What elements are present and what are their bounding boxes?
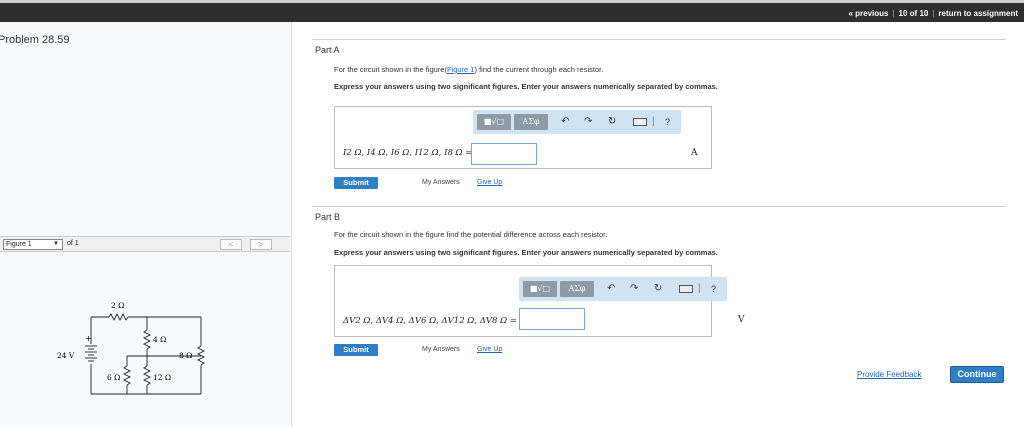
battery-plus-label: + <box>85 334 92 343</box>
part-b-divider <box>312 206 1006 207</box>
figure-select[interactable]: Figure 1 ▼ <box>3 239 63 250</box>
resistor-8-label: 8 Ω <box>179 351 192 360</box>
part-a-title: Part A <box>315 45 340 55</box>
toolbar-separator: | <box>698 283 701 294</box>
part-b-question: For the circuit shown in the figure find… <box>334 230 608 239</box>
template-button[interactable]: ■√□ <box>477 114 511 130</box>
figure-prev-button[interactable]: < <box>220 239 242 250</box>
resistor-2-label: 2 Ω <box>111 301 124 310</box>
provide-feedback-link[interactable]: Provide Feedback <box>857 370 921 379</box>
keyboard-icon[interactable] <box>679 285 693 293</box>
redo-icon[interactable]: ↷ <box>584 114 592 130</box>
part-b-math-toolbar: ■√□ ΑΣφ ↶ ↷ ↻ | ? <box>519 277 727 301</box>
toolbar-separator: | <box>652 116 655 127</box>
help-icon[interactable]: ? <box>665 114 670 130</box>
resistor-6-label: 6 Ω <box>107 373 120 382</box>
figure-1-link[interactable]: Figure 1 <box>447 65 475 74</box>
template-button[interactable]: ■√□ <box>523 281 557 297</box>
help-icon[interactable]: ? <box>711 281 716 297</box>
dropdown-arrow-icon: ▼ <box>53 241 59 247</box>
part-b-instruction: Express your answers using two significa… <box>334 248 718 257</box>
part-b-title: Part B <box>315 212 341 222</box>
redo-icon[interactable]: ↷ <box>630 281 638 297</box>
figure-selector-bar: Figure 1 ▼ of 1 < > <box>0 236 290 252</box>
part-a-instruction: Express your answers using two significa… <box>334 82 718 91</box>
reset-icon[interactable]: ↻ <box>654 281 662 297</box>
part-a-question-pre: For the circuit shown in the figure( <box>334 65 447 74</box>
part-b-answer-box: ■√□ ΑΣφ ↶ ↷ ↻ | ? ΔV2 Ω, ΔV4 Ω, ΔV6 Ω, Δ… <box>334 265 745 337</box>
part-b-submit-button[interactable]: Submit <box>334 344 378 356</box>
part-a-math-toolbar: ■√□ ΑΣφ ↶ ↷ ↻ | ? <box>473 110 681 134</box>
symbols-button[interactable]: ΑΣφ <box>560 281 594 297</box>
part-a-unit: A <box>691 148 698 158</box>
part-b-answer-input[interactable] <box>519 308 585 330</box>
part-a-give-up-link[interactable]: Give Up <box>477 179 502 186</box>
keyboard-icon[interactable] <box>633 118 647 126</box>
top-navigation: « previous | 10 of 10 | return to assign… <box>848 9 1018 18</box>
undo-icon[interactable]: ↶ <box>561 114 569 130</box>
part-b-my-answers-link[interactable]: My Answers <box>422 346 460 353</box>
part-a-question: For the circuit shown in the figure(Figu… <box>334 65 603 74</box>
resistor-12-label: 12 Ω <box>153 373 171 382</box>
part-a-answer-label: I2 Ω, I4 Ω, I6 Ω, I12 Ω, I8 Ω = <box>343 148 473 158</box>
part-a-submit-button[interactable]: Submit <box>334 177 378 189</box>
symbols-button[interactable]: ΑΣφ <box>514 114 548 130</box>
part-a-divider <box>312 39 1006 40</box>
nav-separator: | <box>892 9 895 18</box>
part-a-answer-box: ■√□ ΑΣφ ↶ ↷ ↻ | ? I2 Ω, I4 Ω, I6 Ω, I12 … <box>334 106 712 169</box>
figure-select-value: Figure 1 <box>6 241 32 248</box>
position-indicator: 10 of 10 <box>898 9 929 18</box>
part-b-answer-label: ΔV2 Ω, ΔV4 Ω, ΔV6 Ω, ΔV12 Ω, ΔV8 Ω = <box>343 316 518 326</box>
part-b-give-up-link[interactable]: Give Up <box>477 346 502 353</box>
part-a-answer-input[interactable] <box>471 143 537 165</box>
undo-icon[interactable]: ↶ <box>607 281 615 297</box>
part-b-unit: V <box>738 315 745 325</box>
part-a-question-post: ) find the current through each resistor… <box>474 65 604 74</box>
nav-separator: | <box>932 9 935 18</box>
problem-title: Problem 28.59 <box>0 34 70 46</box>
circuit-figure: + 24 V 2 Ω 4 Ω 8 Ω 6 Ω 12 Ω <box>57 301 206 395</box>
top-bar: « previous | 10 of 10 | return to assign… <box>0 0 1024 22</box>
reset-icon[interactable]: ↻ <box>608 114 616 130</box>
figure-count: of 1 <box>67 240 79 247</box>
part-a-my-answers-link[interactable]: My Answers <box>422 179 460 186</box>
source-label: 24 V <box>57 351 75 360</box>
continue-button[interactable]: Continue <box>950 366 1004 383</box>
return-to-assignment-link[interactable]: return to assignment <box>938 9 1018 18</box>
figure-next-button[interactable]: > <box>250 239 272 250</box>
resistor-4-label: 4 Ω <box>153 335 166 344</box>
previous-link[interactable]: « previous <box>848 9 888 18</box>
